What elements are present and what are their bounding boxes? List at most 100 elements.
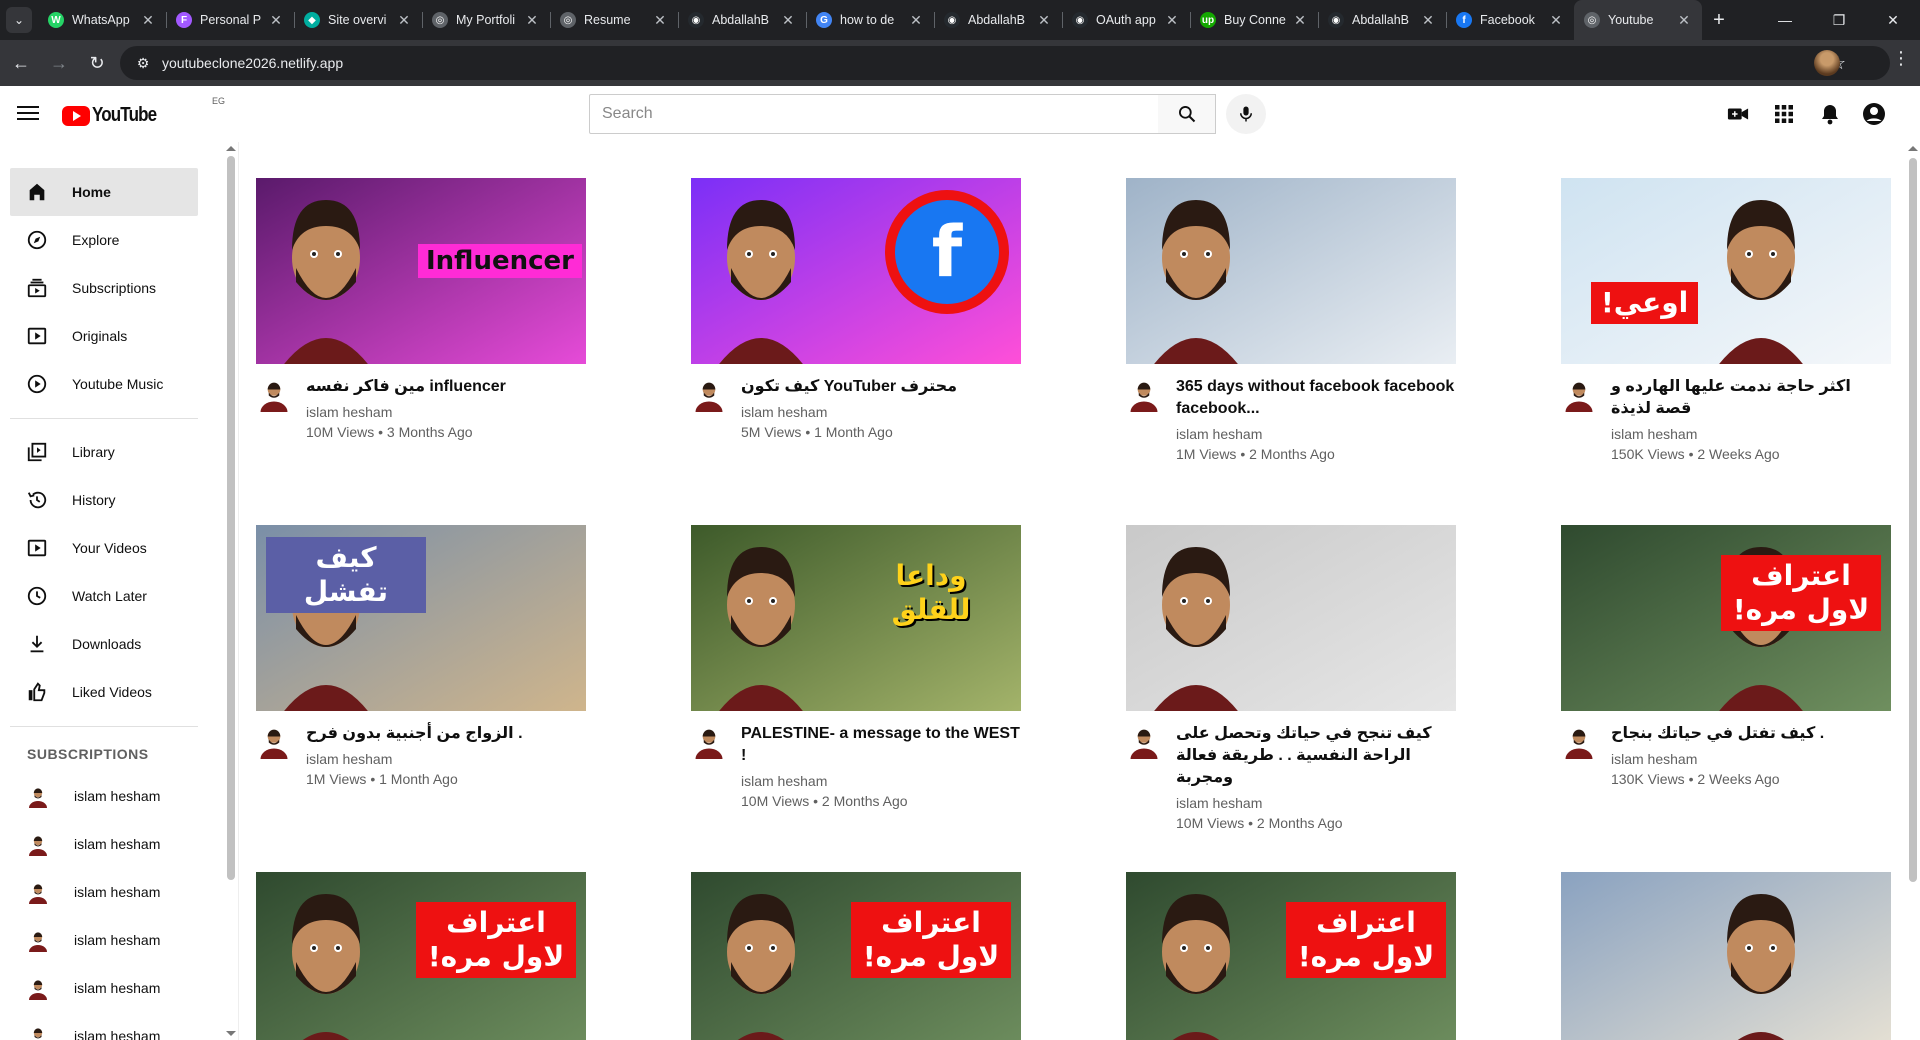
- new-tab-button[interactable]: +: [1702, 9, 1736, 32]
- close-tab-icon[interactable]: ✕: [1420, 12, 1436, 29]
- close-tab-icon[interactable]: ✕: [524, 12, 540, 29]
- video-title[interactable]: مين فاكر نفسه influencer: [306, 376, 586, 398]
- create-video-button[interactable]: [1724, 100, 1752, 128]
- sidebar-item-your-videos[interactable]: Your Videos: [10, 524, 198, 572]
- close-tab-icon[interactable]: ✕: [780, 12, 796, 29]
- video-card[interactable]: اعتراف لاول مره!: [691, 872, 1021, 1040]
- browser-tab[interactable]: F Personal P ✕: [166, 0, 294, 40]
- browser-tab[interactable]: ◉ AbdallahB ✕: [934, 0, 1062, 40]
- channel-avatar[interactable]: [1561, 723, 1597, 759]
- reload-button[interactable]: ↻: [80, 46, 114, 80]
- channel-name[interactable]: islam hesham: [306, 749, 586, 769]
- video-card[interactable]: Influencer مين فاكر نفسه influencer islam …: [256, 178, 586, 442]
- browser-tab[interactable]: ◉ AbdallahB ✕: [678, 0, 806, 40]
- browser-tab[interactable]: ◎ Youtube ✕: [1574, 0, 1702, 40]
- sidebar-item-watch-later[interactable]: Watch Later: [10, 572, 198, 620]
- voice-search-button[interactable]: [1226, 94, 1266, 134]
- subscription-item[interactable]: islam hesham: [10, 820, 198, 868]
- browser-tab[interactable]: Ghow to de ✕: [806, 0, 934, 40]
- restore-button[interactable]: ❐: [1812, 0, 1866, 40]
- browser-tab[interactable]: up Buy Conne ✕: [1190, 0, 1318, 40]
- address-bar[interactable]: ⚙ youtubeclone2026.netlify.app ☆: [120, 46, 1890, 80]
- video-card[interactable]: اوعي! اكثر حاجة ندمت عليها الهارده و قصة …: [1561, 178, 1891, 464]
- close-tab-icon[interactable]: ✕: [268, 12, 284, 29]
- subscription-item[interactable]: islam hesham: [10, 772, 198, 820]
- video-title[interactable]: كيف تنجح في حياتك وتحصل على الراحة النفس…: [1176, 723, 1456, 789]
- sidebar-item-originals[interactable]: Originals: [10, 312, 198, 360]
- channel-avatar[interactable]: [691, 723, 727, 759]
- subscription-item[interactable]: islam hesham: [10, 1012, 198, 1040]
- browser-tab[interactable]: ◎ Resume ✕: [550, 0, 678, 40]
- video-thumbnail[interactable]: [1126, 525, 1456, 711]
- search-input[interactable]: Search: [589, 94, 1159, 134]
- minimize-button[interactable]: —: [1758, 0, 1812, 40]
- channel-name[interactable]: islam hesham: [741, 402, 1021, 422]
- tab-search-button[interactable]: ⌄: [0, 0, 38, 40]
- subscription-item[interactable]: islam hesham: [10, 964, 198, 1012]
- close-tab-icon[interactable]: ✕: [140, 12, 156, 29]
- browser-tab[interactable]: f Facebook ✕: [1446, 0, 1574, 40]
- channel-avatar[interactable]: [1561, 376, 1597, 412]
- account-button[interactable]: [1860, 100, 1888, 128]
- notifications-button[interactable]: [1816, 100, 1844, 128]
- channel-name[interactable]: islam hesham: [1611, 749, 1891, 769]
- video-title[interactable]: اكثر حاجة ندمت عليها الهارده و قصة لذيذة: [1611, 376, 1891, 420]
- site-info-icon[interactable]: ⚙: [128, 55, 158, 72]
- video-card[interactable]: وداعا للقلق PALESTINE- a message to the W…: [691, 525, 1021, 811]
- video-card[interactable]: كيف تنجح في حياتك وتحصل على الراحة النفس…: [1126, 525, 1456, 833]
- profile-avatar[interactable]: [1814, 50, 1840, 76]
- video-title[interactable]: الزواج من أجنبية بدون فرح .: [306, 723, 586, 745]
- video-thumbnail[interactable]: كيف تفشل: [256, 525, 586, 711]
- channel-name[interactable]: islam hesham: [306, 402, 586, 422]
- youtube-logo[interactable]: YouTube EG: [62, 96, 225, 127]
- video-thumbnail[interactable]: اعتراف لاول مره!: [1126, 872, 1456, 1040]
- sidebar-item-subscriptions[interactable]: Subscriptions: [10, 264, 198, 312]
- close-tab-icon[interactable]: ✕: [652, 12, 668, 29]
- sidebar-item-explore[interactable]: Explore: [10, 216, 198, 264]
- close-tab-icon[interactable]: ✕: [1548, 12, 1564, 29]
- apps-button[interactable]: [1770, 100, 1798, 128]
- main-scrollbar[interactable]: [1906, 142, 1920, 1040]
- browser-tab[interactable]: ◆ Site overvi ✕: [294, 0, 422, 40]
- browser-tab[interactable]: ◎ My Portfoli ✕: [422, 0, 550, 40]
- close-window-button[interactable]: ✕: [1866, 0, 1920, 40]
- sidebar-item-downloads[interactable]: Downloads: [10, 620, 198, 668]
- video-thumbnail[interactable]: f: [691, 178, 1021, 364]
- video-card[interactable]: كيف تفشل الزواج من أجنبية بدون فرح . islam…: [256, 525, 586, 789]
- video-thumbnail[interactable]: [1126, 178, 1456, 364]
- video-card[interactable]: f كيف تكون YouTuber محترف islam hesham 5M V…: [691, 178, 1021, 442]
- channel-name[interactable]: islam hesham: [1176, 793, 1456, 813]
- browser-tab[interactable]: ◉ AbdallahB ✕: [1318, 0, 1446, 40]
- video-thumbnail[interactable]: اعتراف لاول مره!: [256, 872, 586, 1040]
- video-title[interactable]: كيف تكون YouTuber محترف: [741, 376, 1021, 398]
- channel-avatar[interactable]: [256, 723, 292, 759]
- browser-tab[interactable]: W WhatsApp ✕: [38, 0, 166, 40]
- back-button[interactable]: ←: [4, 46, 38, 80]
- video-thumbnail[interactable]: اوعي!: [1561, 178, 1891, 364]
- video-thumbnail[interactable]: اعتراف لاول مره!: [691, 872, 1021, 1040]
- video-card[interactable]: اعتراف لاول مره!: [256, 872, 586, 1040]
- subscription-item[interactable]: islam hesham: [10, 868, 198, 916]
- sidebar-scrollbar[interactable]: [224, 142, 238, 1040]
- sidebar-item-library[interactable]: Library: [10, 428, 198, 476]
- video-title[interactable]: 365 days without facebook facebook faceb…: [1176, 376, 1456, 420]
- channel-name[interactable]: islam hesham: [1611, 424, 1891, 444]
- channel-avatar[interactable]: [256, 376, 292, 412]
- video-title[interactable]: PALESTINE- a message to the WEST !: [741, 723, 1021, 767]
- close-tab-icon[interactable]: ✕: [1164, 12, 1180, 29]
- sidebar-item-youtube-music[interactable]: Youtube Music: [10, 360, 198, 408]
- close-tab-icon[interactable]: ✕: [908, 12, 924, 29]
- subscription-item[interactable]: islam hesham: [10, 916, 198, 964]
- sidebar-item-history[interactable]: History: [10, 476, 198, 524]
- close-tab-icon[interactable]: ✕: [1676, 12, 1692, 29]
- channel-avatar[interactable]: [1126, 376, 1162, 412]
- video-thumbnail[interactable]: وداعا للقلق: [691, 525, 1021, 711]
- search-button[interactable]: [1158, 94, 1216, 134]
- video-title[interactable]: كيف تفتل في حياتك بنجاح .: [1611, 723, 1891, 745]
- browser-tab[interactable]: ◉ OAuth app ✕: [1062, 0, 1190, 40]
- video-card[interactable]: 365 days without facebook facebook faceb…: [1126, 178, 1456, 464]
- channel-avatar[interactable]: [691, 376, 727, 412]
- video-card[interactable]: [1561, 872, 1891, 1040]
- browser-menu-icon[interactable]: ⋮: [1892, 48, 1910, 69]
- channel-name[interactable]: islam hesham: [1176, 424, 1456, 444]
